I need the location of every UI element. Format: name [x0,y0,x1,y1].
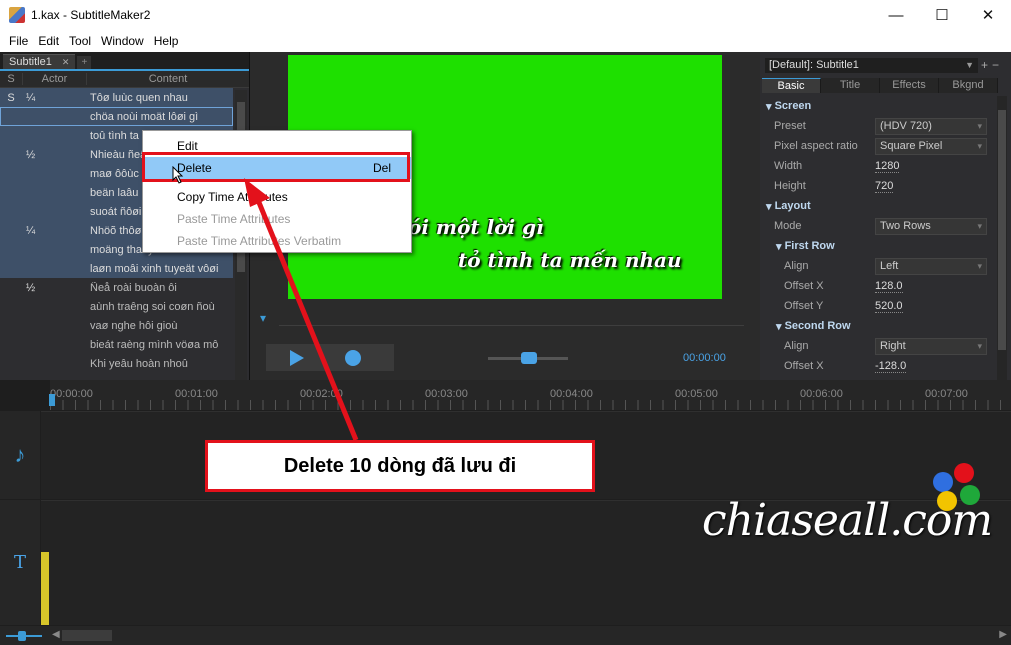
annotation-text: Delete 10 dòng đã lưu đi [283,454,517,477]
annotation-callout: Delete 10 dòng đã lưu đi [205,440,595,492]
logo-dot-blue [933,472,953,492]
logo-dot-yellow [937,491,957,511]
zoom-knob[interactable] [18,631,26,641]
timeline-scroll-thumb[interactable] [62,630,112,641]
logo-dot-green [960,485,980,505]
scroll-left-icon[interactable]: ◀ [52,629,60,640]
scroll-right-icon[interactable]: ▶ [999,629,1007,640]
logo-dot-red [954,463,974,483]
timeline-scrollbar[interactable]: ◀ ▶ [0,626,1011,645]
